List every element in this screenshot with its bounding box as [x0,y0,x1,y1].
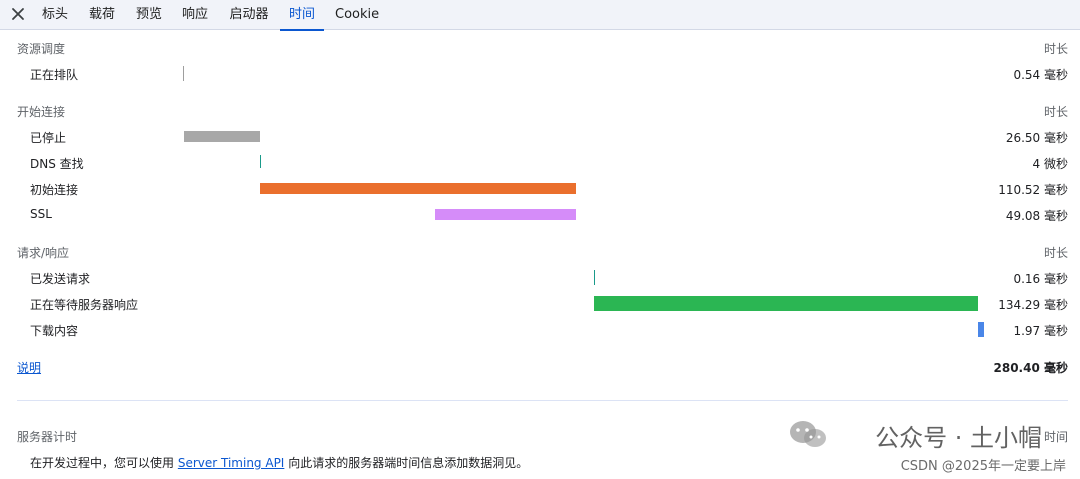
section-title-request: 请求/响应 [17,246,70,260]
row-value-request-sent: 0.16 毫秒 [1013,272,1068,286]
tab-response[interactable]: 响应 [182,0,208,30]
bar-waiting [594,296,978,311]
bar-ssl [435,209,576,220]
duration-header: 时长 [1043,105,1068,119]
section-title-server-timing: 服务器计时 [17,430,78,444]
row-label-stalled: 已停止 [30,131,67,145]
note-text-after: 向此请求的服务器端时间信息添加数据洞见。 [288,456,529,470]
divider [17,400,1068,401]
row-value-initial-connection: 110.52 毫秒 [998,183,1068,197]
row-label-download: 下载内容 [30,324,79,338]
row-label-queueing: 正在排队 [30,68,79,82]
row-label-ssl: SSL [30,207,52,221]
bar-request-sent [594,270,595,285]
bar-queueing [183,66,184,81]
tab-bar: 标头 载荷 预览 响应 启动器 时间 Cookie [0,0,1080,31]
bar-download [978,322,984,337]
row-value-download: 1.97 毫秒 [1013,324,1068,338]
tab-initiator[interactable]: 启动器 [229,0,269,30]
row-label-dns: DNS 查找 [30,157,84,171]
close-icon[interactable] [10,6,26,22]
section-title-connection: 开始连接 [17,105,66,119]
row-value-waiting: 134.29 毫秒 [998,298,1068,312]
explanation-link[interactable]: 说明 [17,359,41,376]
tab-headers[interactable]: 标头 [42,0,68,30]
row-label-initial-connection: 初始连接 [30,183,79,197]
row-value-queueing: 0.54 毫秒 [1013,68,1068,82]
watermark-title: 公众号 · 土小帽 [875,424,1042,452]
watermark-subtitle: CSDN @2025年一定要上岸 [900,459,1066,474]
row-value-dns: 4 微秒 [1032,157,1068,171]
server-timing-api-link[interactable]: Server Timing API [178,456,285,470]
row-value-ssl: 49.08 毫秒 [1005,209,1068,223]
tab-payload[interactable]: 载荷 [89,0,115,30]
tab-timing[interactable]: 时间 [280,0,324,31]
tab-cookie[interactable]: Cookie [335,0,379,30]
duration-header: 时长 [1043,246,1068,260]
duration-header: 时长 [1043,42,1068,56]
time-header: 时间 [1043,430,1068,444]
wechat-icon [788,419,828,451]
total-duration: 280.40 毫秒 [993,361,1069,375]
server-timing-note: 在开发过程中，您可以使用 Server Timing API 向此请求的服务器端… [30,454,528,471]
bar-stalled [184,131,260,142]
tab-preview[interactable]: 预览 [136,0,162,30]
row-value-stalled: 26.50 毫秒 [1005,131,1068,145]
bar-dns [260,155,261,168]
row-label-waiting: 正在等待服务器响应 [30,298,139,312]
note-text-before: 在开发过程中，您可以使用 [30,456,175,470]
row-label-request-sent: 已发送请求 [30,272,91,286]
section-title-scheduling: 资源调度 [17,42,66,56]
bar-initial-connection [260,183,576,194]
